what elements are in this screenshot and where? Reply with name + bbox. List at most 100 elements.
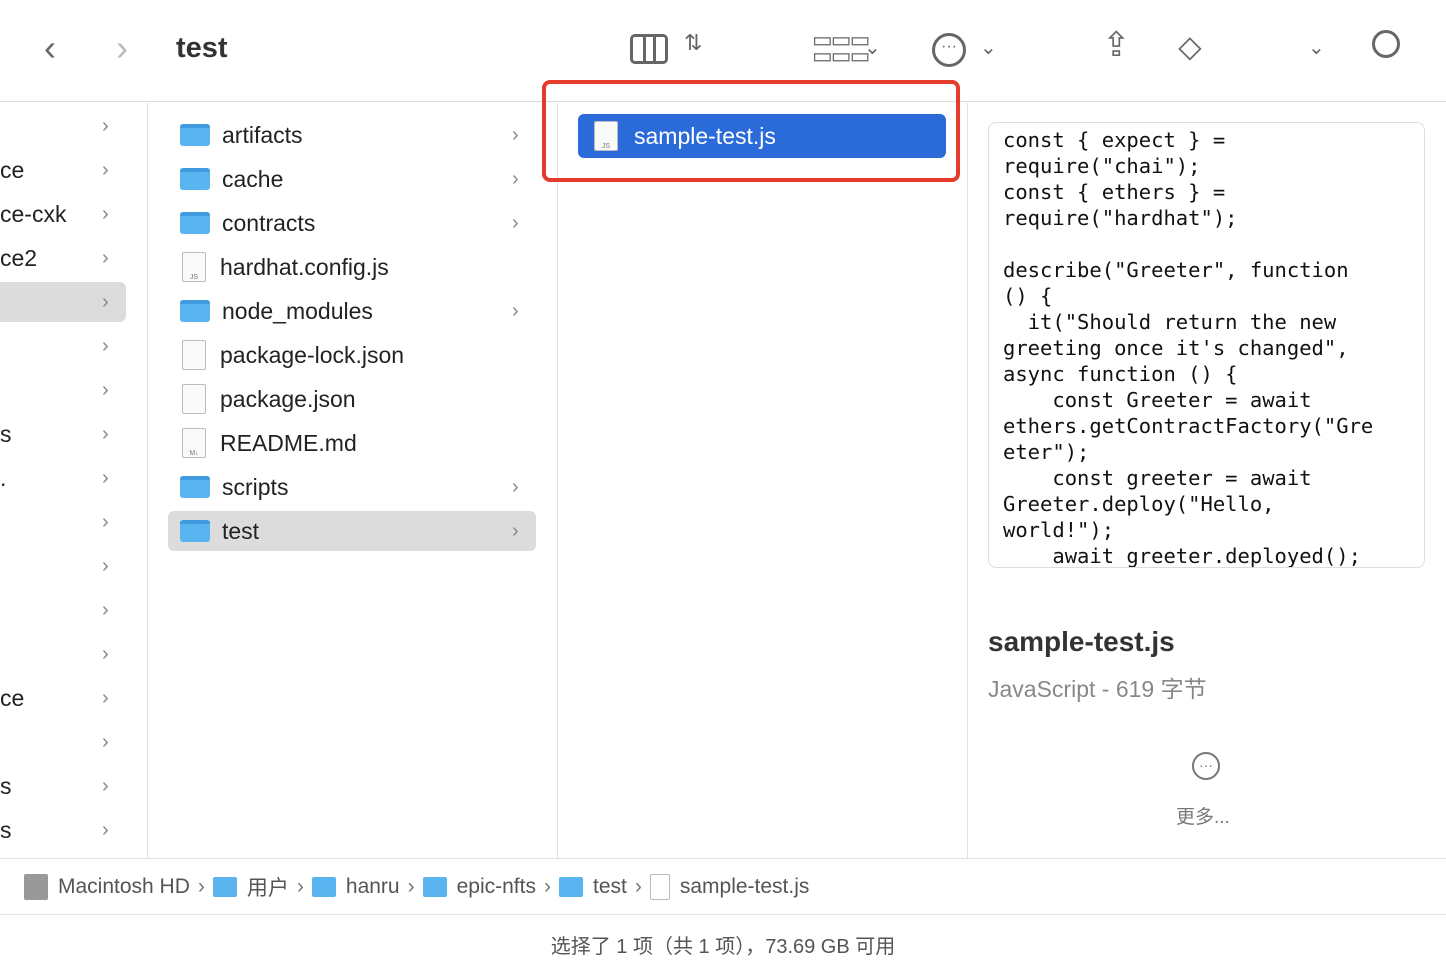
chevron-right-icon: › bbox=[102, 290, 109, 313]
back-chevron-left-icon[interactable]: ‹ bbox=[44, 30, 56, 66]
more-circle-icon[interactable]: ··· bbox=[1192, 752, 1220, 780]
sidebar-item[interactable]: › bbox=[0, 590, 126, 630]
file-name: package.json bbox=[220, 385, 356, 412]
sidebar-item[interactable]: › bbox=[0, 106, 126, 146]
preview-kind: JavaScript - 619 字节 bbox=[988, 676, 1207, 702]
folder-icon bbox=[180, 124, 210, 146]
disk-icon bbox=[24, 873, 48, 900]
folder-column: artifacts › cache › contracts › JS hardhat.conf… bbox=[148, 103, 558, 858]
chevron-down-icon[interactable]: ⌄ bbox=[1308, 38, 1325, 58]
sidebar-item[interactable]: › bbox=[0, 282, 126, 322]
chevron-right-icon: › bbox=[102, 774, 109, 797]
columns-view-icon[interactable] bbox=[630, 34, 668, 64]
file-item[interactable]: M↓ README.md bbox=[168, 423, 536, 463]
sidebar-item-label: s bbox=[0, 772, 12, 799]
path-item[interactable]: Macintosh HD › bbox=[24, 873, 205, 900]
path-bar: Macintosh HD › 用户 › hanru › epic-nfts › test › sam… bbox=[0, 858, 1446, 915]
sidebar-item[interactable]: › bbox=[0, 370, 126, 410]
chevron-right-icon: › bbox=[102, 158, 109, 181]
chevron-right-icon: › bbox=[102, 114, 109, 137]
js-file-icon bbox=[649, 873, 670, 900]
path-item[interactable]: hanru › bbox=[311, 874, 415, 899]
sidebar-item[interactable]: ce › bbox=[0, 150, 126, 190]
sidebar-item[interactable]: s › bbox=[0, 414, 126, 454]
chevron-right-icon: › bbox=[102, 202, 109, 225]
chevron-right-icon: › bbox=[512, 299, 519, 322]
js-file-icon: JS bbox=[182, 252, 206, 282]
sidebar-item[interactable]: › bbox=[0, 502, 126, 542]
file-name: scripts bbox=[222, 473, 289, 500]
path-label: 用户 bbox=[246, 876, 289, 900]
chevron-right-icon: › bbox=[102, 246, 109, 269]
sidebar-item[interactable]: › bbox=[0, 326, 126, 366]
status-bar: 选择了 1 项（共 1 项），73.69 GB 可用 bbox=[550, 935, 896, 958]
chevron-right-icon: › bbox=[543, 874, 551, 898]
sidebar-item[interactable]: ce › bbox=[0, 678, 126, 718]
file-item[interactable]: cache › bbox=[168, 159, 536, 199]
chevron-right-icon: › bbox=[512, 167, 519, 190]
chevron-right-icon: › bbox=[102, 642, 109, 665]
file-name: node_modules bbox=[222, 297, 373, 324]
file-item[interactable]: package-lock.json bbox=[168, 335, 536, 375]
code-preview: const { expect } = require("chai"); cons… bbox=[988, 122, 1425, 568]
forward-chevron-right-icon[interactable]: › bbox=[116, 30, 128, 66]
chevron-down-icon[interactable]: ⌄ bbox=[980, 38, 997, 58]
chevron-right-icon: › bbox=[197, 874, 205, 898]
sidebar-item[interactable]: ce2 › bbox=[0, 238, 126, 278]
file-item[interactable]: JS hardhat.config.js bbox=[168, 247, 536, 287]
tag-icon[interactable]: ⬦ bbox=[1178, 30, 1202, 64]
chevron-right-icon: › bbox=[102, 818, 109, 841]
file-name: test bbox=[222, 517, 260, 544]
chevron-right-icon: › bbox=[102, 730, 109, 753]
chevron-right-icon: › bbox=[102, 510, 109, 533]
chevron-right-icon: › bbox=[102, 598, 109, 621]
sidebar-item[interactable]: › bbox=[0, 722, 126, 762]
search-icon[interactable] bbox=[1372, 30, 1400, 58]
file-item[interactable]: scripts › bbox=[168, 467, 536, 507]
folder-icon bbox=[180, 520, 210, 542]
sidebar-item[interactable]: . › bbox=[0, 458, 126, 498]
folder-icon bbox=[180, 168, 210, 190]
file-item[interactable]: test › bbox=[168, 511, 536, 551]
file-item[interactable]: package.json bbox=[168, 379, 536, 419]
folder-icon bbox=[212, 876, 237, 897]
sidebar-item-label: ce bbox=[0, 684, 25, 711]
view-updown-icon[interactable]: ⇅ bbox=[684, 32, 702, 54]
sidebar-item-label: ce bbox=[0, 156, 25, 183]
share-icon[interactable]: ⇪ bbox=[1102, 28, 1131, 62]
more-circle-icon[interactable]: ··· bbox=[932, 33, 966, 67]
file-item[interactable]: artifacts › bbox=[168, 115, 536, 155]
path-label: test bbox=[592, 874, 627, 898]
sidebar-item[interactable]: › bbox=[0, 634, 126, 674]
file-item[interactable]: node_modules › bbox=[168, 291, 536, 331]
chevron-right-icon: › bbox=[512, 475, 519, 498]
path-item[interactable]: sample-test.js bbox=[649, 873, 809, 900]
file-item-sample-test[interactable]: JS sample-test.js bbox=[578, 114, 946, 158]
path-label: hanru bbox=[345, 874, 400, 898]
sidebar-item[interactable]: s › bbox=[0, 810, 126, 850]
group-grid-icon[interactable]: ▭▭▭ ▭▭▭ bbox=[812, 29, 870, 67]
file-name: README.md bbox=[220, 429, 357, 456]
json-file-icon bbox=[182, 340, 206, 370]
path-item[interactable]: 用户 › bbox=[212, 872, 304, 902]
file-name: contracts bbox=[222, 209, 316, 236]
sidebar-item[interactable]: s › bbox=[0, 766, 126, 806]
sidebar-item[interactable]: ce-cxk › bbox=[0, 194, 126, 234]
chevron-down-icon[interactable]: ⌄ bbox=[864, 38, 881, 58]
file-name: sample-test.js bbox=[634, 122, 776, 149]
sidebar-item[interactable]: › bbox=[0, 546, 126, 586]
sidebar-column: › ce › ce-cxk › ce2 › › › › s ›. › › › › › ce › › s › s › bbox=[0, 103, 148, 858]
more-button[interactable]: 更多... bbox=[1176, 802, 1230, 829]
file-item[interactable]: contracts › bbox=[168, 203, 536, 243]
json-file-icon bbox=[182, 384, 206, 414]
sidebar-item-label: . bbox=[0, 464, 7, 491]
chevron-right-icon: › bbox=[512, 211, 519, 234]
path-item[interactable]: epic-nfts › bbox=[422, 874, 551, 899]
chevron-right-icon: › bbox=[634, 874, 642, 898]
path-item[interactable]: test › bbox=[558, 874, 642, 899]
file-name: hardhat.config.js bbox=[220, 253, 389, 280]
preview-filename: sample-test.js bbox=[988, 626, 1175, 657]
sidebar-item-label: s bbox=[0, 816, 12, 843]
js-file-icon: JS bbox=[594, 121, 618, 151]
folder-icon bbox=[558, 876, 583, 897]
